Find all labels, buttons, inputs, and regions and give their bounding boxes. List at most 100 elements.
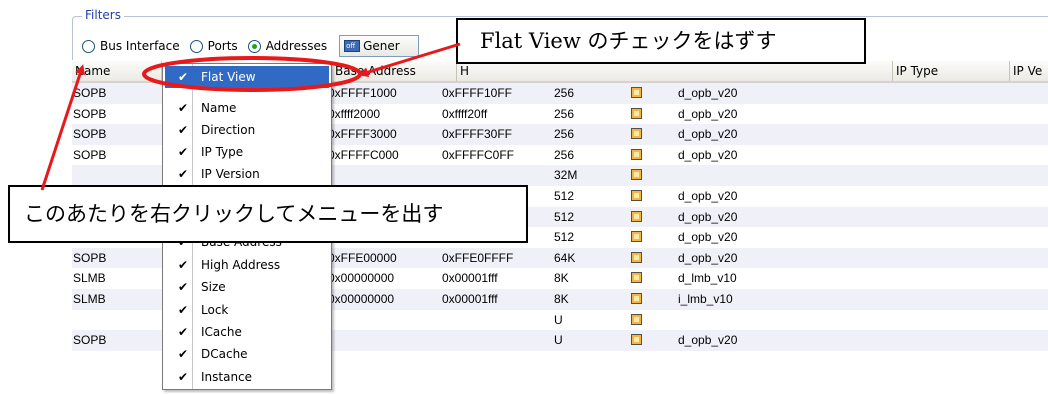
lock-checkbox[interactable] — [631, 330, 645, 350]
bus-cell: SOPB — [73, 86, 107, 100]
lock-checkbox-icon — [631, 128, 642, 140]
lock-checkbox[interactable] — [631, 104, 645, 124]
size-cell: 256 — [554, 86, 575, 100]
filters-legend: Filters — [82, 8, 124, 22]
menu-item-label: IP Type — [201, 145, 244, 159]
size-cell: 8K — [554, 291, 569, 306]
radio-addresses[interactable]: Addresses — [247, 39, 327, 53]
base-address-cell: 0x00000000 — [328, 291, 395, 306]
instance-cell: d_opb_v20 — [678, 209, 738, 224]
lock-checkbox[interactable] — [631, 145, 645, 165]
instance-cell — [678, 310, 798, 330]
menu-item-label: Direction — [201, 123, 256, 137]
lock-checkbox-icon — [631, 148, 642, 160]
size-cell: 256 — [554, 127, 575, 142]
menu-item-direction[interactable]: ✔ Direction — [165, 119, 329, 141]
bus-cell: SOPB — [73, 147, 107, 162]
lock-checkbox-icon — [631, 313, 642, 325]
menu-item-ip-type[interactable]: ✔ IP Type — [165, 141, 329, 163]
lock-checkbox-icon — [631, 169, 642, 181]
bus-cell: SOPB — [73, 127, 107, 142]
size-cell: 512 — [554, 230, 575, 245]
bus-cell: SOPB — [73, 250, 107, 265]
column-header-high-address[interactable]: H — [457, 61, 477, 81]
menu-item-dcache[interactable]: ✔ DCache — [165, 343, 329, 365]
high-address-cell — [442, 330, 552, 350]
bus-cell: SLMB — [73, 271, 106, 286]
high-address-cell: 0x00001fff — [442, 291, 498, 306]
instance-cell: d_opb_v20 — [678, 230, 738, 245]
menu-item-label: Instance — [201, 370, 253, 384]
flat-view-instruction-callout: Flat View のチェックをはずす — [456, 18, 866, 64]
size-cell: 256 — [554, 106, 575, 121]
instance-cell: d_opb_v20 — [678, 86, 738, 100]
radio-label: Bus Interface — [100, 39, 180, 53]
radio-ports[interactable]: Ports — [189, 39, 238, 53]
lock-checkbox[interactable] — [631, 248, 645, 268]
radio-bus-interface[interactable]: Bus Interface — [82, 39, 180, 53]
high-address-cell: 0xFFE0FFFF — [442, 250, 514, 265]
size-cell: 64K — [554, 250, 576, 265]
lock-checkbox-icon — [631, 189, 642, 201]
size-cell: 8K — [554, 271, 569, 286]
instance-cell: d_opb_v20 — [678, 188, 738, 203]
menu-item-size[interactable]: ✔ Size — [165, 276, 329, 298]
lock-checkbox[interactable] — [631, 310, 645, 330]
generate-icon — [344, 40, 361, 52]
instance-cell: d_opb_v20 — [678, 333, 738, 348]
instance-cell: d_lmb_v10 — [678, 271, 737, 286]
menu-item-name[interactable]: ✔ Name — [165, 97, 329, 119]
size-cell: 32M — [554, 168, 578, 183]
filter-radio-row: Bus Interface Ports Addresses Gener — [82, 35, 420, 57]
column-header-ip-version[interactable]: IP Ve — [1010, 61, 1048, 81]
lock-checkbox[interactable] — [631, 227, 645, 247]
lock-checkbox[interactable] — [631, 186, 645, 206]
lock-checkbox[interactable] — [631, 124, 645, 144]
size-cell: 256 — [554, 147, 575, 162]
high-address-cell — [442, 165, 552, 185]
radio-button-selected-icon[interactable] — [247, 39, 261, 53]
instance-cell: i_lmb_v10 — [678, 291, 733, 306]
column-header-base-address[interactable]: Base Address — [332, 61, 457, 81]
radio-button-icon[interactable] — [82, 39, 95, 53]
radio-button-icon[interactable] — [189, 39, 203, 53]
lock-checkbox[interactable] — [631, 207, 645, 227]
generate-addresses-button[interactable]: Gener — [339, 35, 420, 57]
size-cell: 512 — [554, 188, 575, 203]
lock-checkbox[interactable] — [631, 289, 645, 309]
bus-cell: SOPB — [73, 106, 107, 121]
base-address-cell — [328, 310, 438, 330]
generate-button-label: Gener — [363, 39, 400, 53]
menu-item-lock[interactable]: ✔ Lock — [165, 299, 329, 321]
checkmark-icon: ✔ — [177, 101, 189, 115]
checkmark-icon: ✔ — [177, 280, 189, 294]
high-address-cell: 0xFFFF30FF — [442, 127, 513, 142]
checkmark-icon: ✔ — [177, 258, 189, 272]
bus-cell — [73, 165, 153, 185]
high-address-cell — [442, 310, 552, 330]
menu-item-label: Flat View — [201, 70, 256, 84]
menu-item-ip-version[interactable]: ✔ IP Version — [165, 163, 329, 185]
lock-checkbox[interactable] — [631, 83, 645, 103]
menu-item-flat-view[interactable]: ✔ Flat View — [165, 66, 329, 88]
menu-item-label: Name — [201, 101, 237, 115]
menu-item-instance[interactable]: ✔ Instance — [165, 366, 329, 388]
lock-checkbox[interactable] — [631, 165, 645, 185]
checkmark-icon: ✔ — [177, 167, 189, 181]
instance-cell — [678, 165, 798, 185]
menu-item-label: Size — [201, 280, 226, 294]
menu-item-label: High Address — [201, 258, 281, 272]
column-header-name[interactable]: Name — [72, 61, 162, 81]
menu-item-high-address[interactable]: ✔ High Address — [165, 254, 329, 276]
bus-cell — [73, 310, 153, 330]
base-address-cell: 0xFFFF1000 — [328, 86, 397, 100]
menu-item-icache[interactable]: ✔ ICache — [165, 321, 329, 343]
size-cell: U — [554, 312, 563, 327]
radio-label: Ports — [207, 39, 238, 53]
column-header-ip-type[interactable]: IP Type — [892, 61, 1010, 81]
base-address-cell: 0xFFE00000 — [328, 250, 397, 265]
lock-checkbox-icon — [631, 292, 642, 304]
size-cell: U — [554, 333, 563, 348]
lock-checkbox[interactable] — [631, 268, 645, 288]
bus-cell: SOPB — [73, 333, 107, 348]
